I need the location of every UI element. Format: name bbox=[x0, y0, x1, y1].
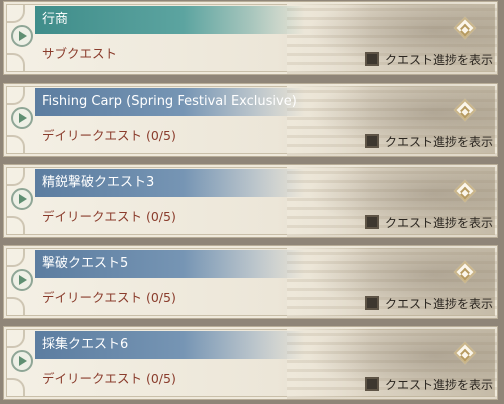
frame-ornament bbox=[7, 87, 25, 105]
checkbox-icon[interactable] bbox=[364, 215, 379, 229]
checkbox-icon[interactable] bbox=[364, 377, 379, 391]
quest-type: デイリークエスト (0/5) bbox=[42, 290, 176, 305]
frame-ornament bbox=[7, 216, 25, 234]
expand-button[interactable] bbox=[11, 350, 33, 372]
show-progress-label: クエスト進捗を表示 bbox=[384, 52, 493, 67]
frame-ornament bbox=[7, 168, 25, 186]
show-progress-toggle[interactable]: クエスト進捗を表示 bbox=[364, 375, 493, 393]
show-progress-toggle[interactable]: クエスト進捗を表示 bbox=[364, 50, 493, 68]
diamond-chevron-icon[interactable] bbox=[453, 179, 477, 203]
frame-ornament bbox=[7, 378, 25, 396]
checkbox-icon[interactable] bbox=[364, 134, 379, 148]
frame-ornament bbox=[7, 135, 25, 153]
show-progress-label: クエスト進捗を表示 bbox=[384, 377, 493, 392]
show-progress-label: クエスト進捗を表示 bbox=[384, 215, 493, 230]
quest-type: サブクエスト bbox=[42, 46, 118, 61]
frame-ornament bbox=[7, 5, 25, 23]
quest-card[interactable]: Fishing Carp (Spring Festival Exclusive)… bbox=[3, 83, 498, 157]
frame-ornament bbox=[7, 249, 25, 267]
quest-title-ribbon bbox=[35, 6, 305, 34]
show-progress-toggle[interactable]: クエスト進捗を表示 bbox=[364, 132, 493, 150]
play-triangle-icon bbox=[19, 194, 27, 204]
quest-card[interactable]: 行商 サブクエスト クエスト進捗を表示 bbox=[3, 1, 498, 75]
play-triangle-icon bbox=[19, 31, 27, 41]
quest-card[interactable]: 精鋭撃破クエスト3 デイリークエスト (0/5) クエスト進捗を表示 bbox=[3, 164, 498, 238]
play-triangle-icon bbox=[19, 356, 27, 366]
quest-title: 採集クエスト6 bbox=[42, 337, 129, 352]
frame-ornament bbox=[7, 330, 25, 348]
quest-type: デイリークエスト (0/5) bbox=[42, 371, 176, 386]
diamond-chevron-icon[interactable] bbox=[453, 16, 477, 40]
quest-title: 撃破クエスト5 bbox=[42, 256, 129, 271]
quest-title: Fishing Carp (Spring Festival Exclusive) bbox=[42, 94, 297, 109]
show-progress-label: クエスト進捗を表示 bbox=[384, 134, 493, 149]
show-progress-toggle[interactable]: クエスト進捗を表示 bbox=[364, 213, 493, 231]
frame-ornament bbox=[7, 297, 25, 315]
play-triangle-icon bbox=[19, 275, 27, 285]
frame-ornament bbox=[7, 53, 25, 71]
diamond-chevron-icon[interactable] bbox=[453, 341, 477, 365]
show-progress-toggle[interactable]: クエスト進捗を表示 bbox=[364, 294, 493, 312]
quest-title: 精鋭撃破クエスト3 bbox=[42, 175, 155, 190]
diamond-chevron-icon[interactable] bbox=[453, 260, 477, 284]
show-progress-label: クエスト進捗を表示 bbox=[384, 296, 493, 311]
quest-type: デイリークエスト (0/5) bbox=[42, 209, 176, 224]
expand-button[interactable] bbox=[11, 25, 33, 47]
checkbox-icon[interactable] bbox=[364, 52, 379, 66]
quest-type: デイリークエスト (0/5) bbox=[42, 128, 176, 143]
diamond-chevron-icon[interactable] bbox=[453, 98, 477, 122]
quest-card[interactable]: 撃破クエスト5 デイリークエスト (0/5) クエスト進捗を表示 bbox=[3, 245, 498, 319]
expand-button[interactable] bbox=[11, 188, 33, 210]
play-triangle-icon bbox=[19, 113, 27, 123]
checkbox-icon[interactable] bbox=[364, 296, 379, 310]
expand-button[interactable] bbox=[11, 269, 33, 291]
quest-title: 行商 bbox=[42, 12, 69, 27]
expand-button[interactable] bbox=[11, 107, 33, 129]
quest-list: 行商 サブクエスト クエスト進捗を表示 Fishing Carp (Spring… bbox=[0, 0, 504, 404]
quest-card[interactable]: 採集クエスト6 デイリークエスト (0/5) クエスト進捗を表示 bbox=[3, 326, 498, 400]
